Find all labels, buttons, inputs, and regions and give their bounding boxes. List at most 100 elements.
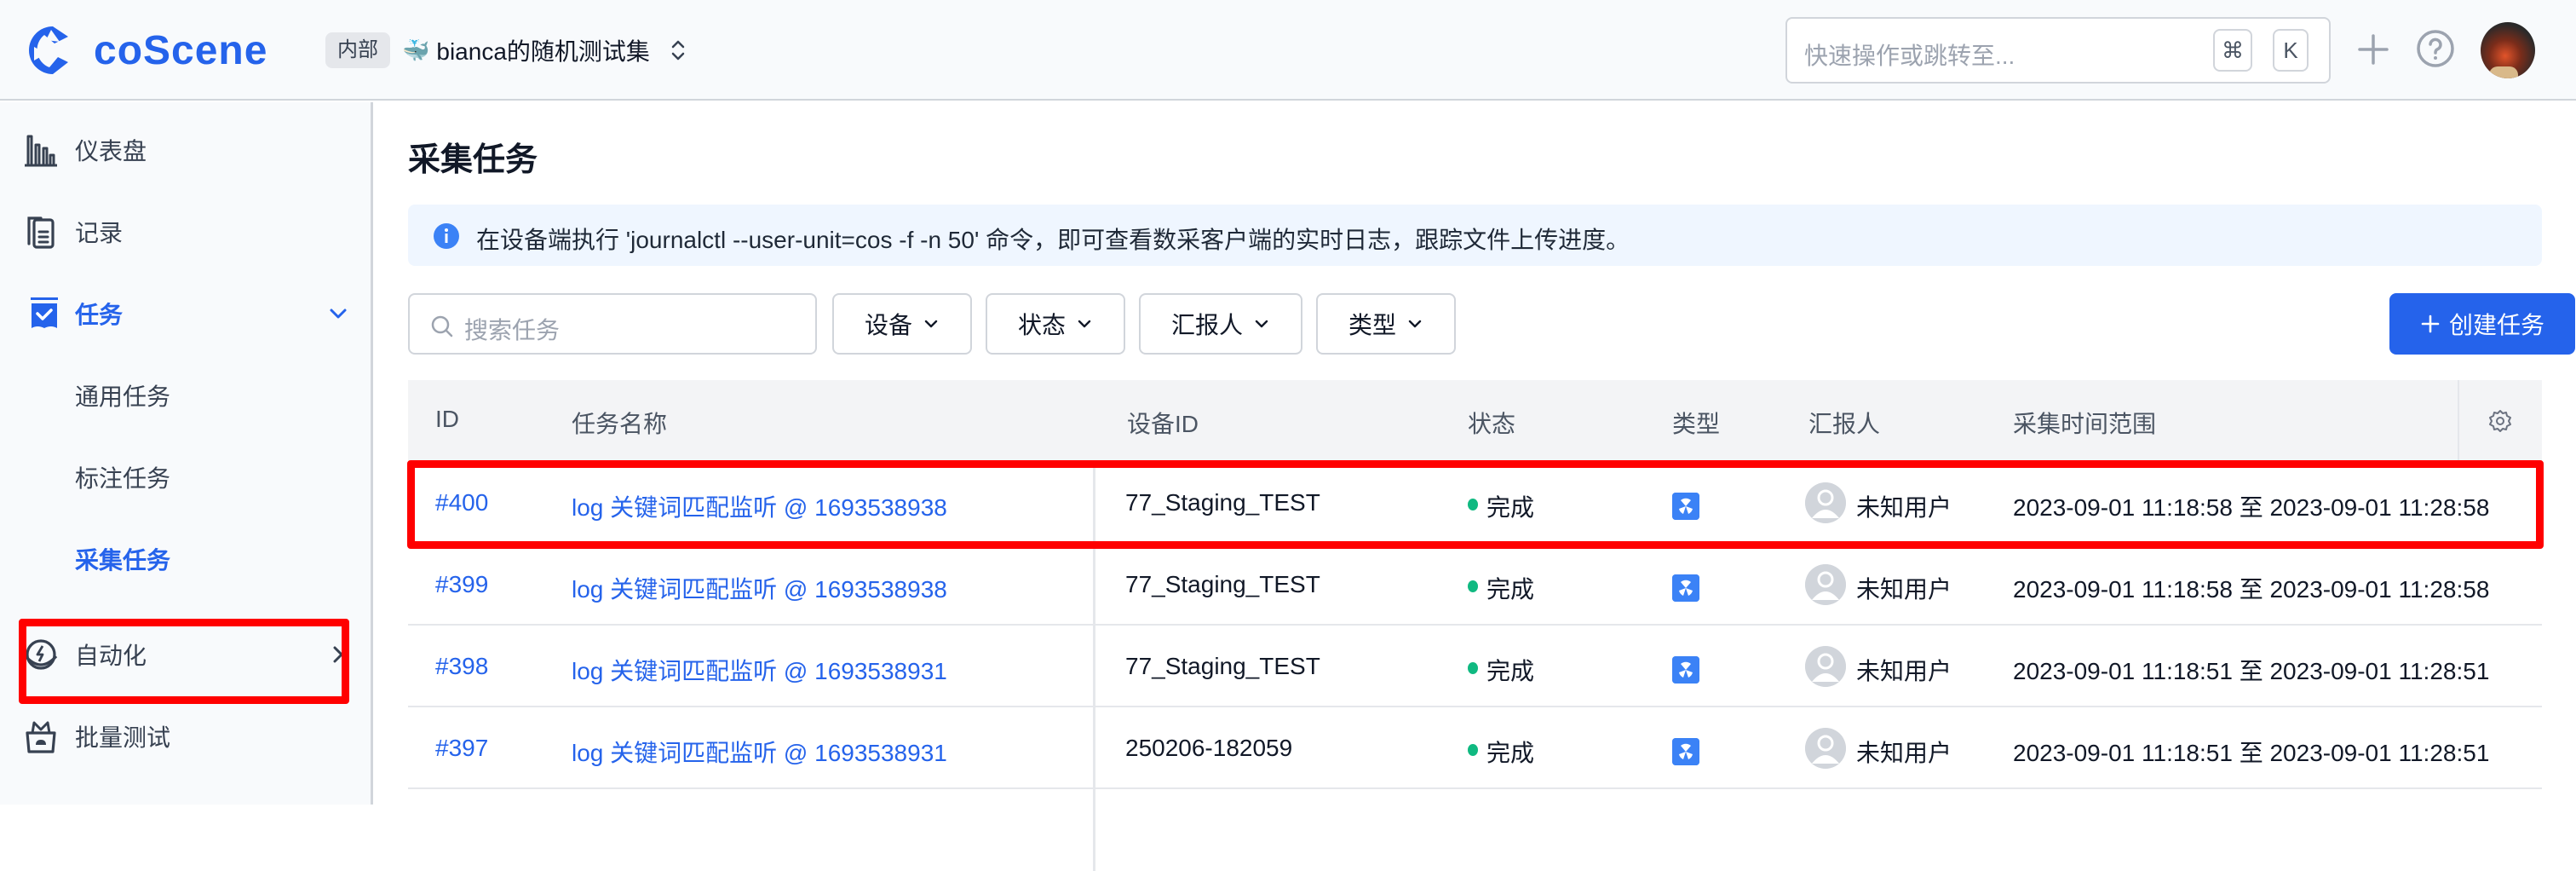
time-range: 2023-09-01 11:18:51 至 2023-09-01 11:28:5…: [2013, 740, 2490, 766]
sidebar-item-records[interactable]: 记录: [0, 206, 373, 257]
gear-icon[interactable]: [2488, 409, 2512, 433]
column-header-time-range[interactable]: 采集时间范围: [2013, 406, 2156, 440]
column-header-type[interactable]: 类型: [1672, 406, 1720, 440]
time-range: 2023-09-01 11:18:58 至 2023-09-01 11:28:5…: [2013, 576, 2490, 603]
column-divider: [1093, 544, 1095, 626]
task-name-link[interactable]: log 关键词匹配监听 @ 1693538938: [572, 489, 947, 523]
top-bar: coScene 内部 🐳 bianca的随机测试集 快速操作或跳转至... ⌘ …: [0, 0, 2576, 101]
search-placeholder: 搜索任务: [464, 317, 561, 343]
collection-type-icon: [1672, 493, 1699, 520]
info-text: 在设备端执行 'journalctl --user-unit=cos -f -n…: [476, 227, 1630, 253]
column-divider: [1093, 626, 1095, 707]
bar-chart-icon: [25, 135, 57, 167]
unknown-user-avatar-icon: [1805, 728, 1846, 769]
device-id: 77_Staging_TEST: [1125, 571, 1320, 597]
column-divider: [1093, 462, 1095, 544]
sidebar-item-label: 标注任务: [75, 465, 171, 492]
info-banner: 在设备端执行 'journalctl --user-unit=cos -f -n…: [408, 205, 2542, 266]
unknown-user-avatar-icon: [1805, 646, 1846, 687]
task-id-link[interactable]: #397: [435, 735, 488, 762]
batch-test-icon: [26, 721, 56, 753]
sidebar-item-label: 任务: [75, 302, 124, 328]
sidebar-item-batch-test[interactable]: 批量测试: [0, 711, 373, 762]
unknown-user-avatar-icon: [1805, 564, 1846, 605]
filter-reporter[interactable]: 汇报人: [1139, 293, 1302, 355]
filter-device[interactable]: 设备: [832, 293, 972, 355]
sidebar-item-automation[interactable]: 自动化: [0, 629, 373, 680]
quick-search-placeholder: 快速操作或跳转至...: [1804, 43, 2015, 69]
task-search-input[interactable]: 搜索任务: [408, 293, 817, 355]
task-name-link[interactable]: log 关键词匹配监听 @ 1693538931: [572, 735, 947, 769]
filter-status[interactable]: 状态: [986, 293, 1125, 355]
collection-type-icon: [1672, 656, 1699, 684]
sidebar-item-collection-tasks[interactable]: 采集任务: [0, 534, 373, 585]
create-task-button[interactable]: 创建任务: [2389, 293, 2575, 355]
help-icon[interactable]: [2416, 29, 2455, 68]
info-icon: [434, 223, 459, 249]
column-header-device-id[interactable]: 设备ID: [1127, 406, 1199, 440]
sidebar-item-label: 采集任务: [75, 547, 171, 574]
search-icon: [431, 315, 453, 337]
table-row[interactable]: #400 log 关键词匹配监听 @ 1693538938 77_Staging…: [408, 462, 2542, 544]
sidebar-item-tasks[interactable]: 任务: [0, 288, 373, 339]
task-name-link[interactable]: log 关键词匹配监听 @ 1693538931: [572, 653, 947, 687]
filter-label: 状态: [1017, 312, 1066, 338]
chevron-down-icon: [924, 320, 938, 328]
project-switcher[interactable]: 🐳 bianca的随机测试集: [402, 32, 687, 68]
logo[interactable]: coScene: [26, 20, 267, 80]
column-divider: [1093, 789, 1095, 871]
filter-label: 类型: [1348, 312, 1396, 338]
unknown-user-avatar-icon: [1805, 482, 1846, 523]
automation-icon: [24, 639, 58, 670]
table-row[interactable]: [408, 789, 2542, 871]
table-row[interactable]: #397 log 关键词匹配监听 @ 1693538931 250206-182…: [408, 707, 2542, 789]
sidebar-item-label: 仪表盘: [75, 138, 147, 164]
quick-search-input[interactable]: 快速操作或跳转至... ⌘ K: [1785, 17, 2331, 84]
chevron-up-down-icon: [671, 40, 685, 61]
task-id-link[interactable]: #398: [435, 653, 488, 680]
filter-label: 设备: [864, 312, 912, 338]
k-key-badge: K: [2273, 29, 2309, 72]
sidebar-item-label: 自动化: [75, 643, 147, 669]
column-header-status[interactable]: 状态: [1468, 406, 1515, 440]
toolbar: 搜索任务 设备 状态 汇报人 类型 创建任务: [408, 293, 2575, 355]
page-title: 采集任务: [408, 142, 538, 178]
chevron-right-icon: [333, 646, 343, 663]
device-id: 250206-182059: [1125, 735, 1293, 761]
collection-type-icon: [1672, 574, 1699, 602]
filter-type[interactable]: 类型: [1316, 293, 1456, 355]
column-divider: [1093, 707, 1095, 789]
column-header-name[interactable]: 任务名称: [572, 406, 667, 440]
coscene-logo-icon: [29, 26, 68, 74]
sidebar-item-label: 批量测试: [75, 724, 171, 751]
status-text: 完成: [1486, 576, 1535, 603]
sidebar-item-annotation-tasks[interactable]: 标注任务: [0, 452, 373, 503]
chevron-down-icon: [330, 309, 347, 319]
sidebar-item-label: 通用任务: [75, 384, 171, 410]
brand-name: coScene: [94, 27, 268, 73]
table-header: ID 任务名称 设备ID 状态 类型 汇报人 采集时间范围: [408, 380, 2542, 462]
sidebar-item-dashboard[interactable]: 仪表盘: [0, 124, 373, 176]
column-header-id[interactable]: ID: [435, 406, 459, 433]
table-row[interactable]: #399 log 关键词匹配监听 @ 1693538938 77_Staging…: [408, 544, 2542, 626]
table-row[interactable]: #398 log 关键词匹配监听 @ 1693538931 77_Staging…: [408, 626, 2542, 707]
task-name-link[interactable]: log 关键词匹配监听 @ 1693538938: [572, 571, 947, 605]
whale-icon: 🐳: [402, 37, 430, 63]
reporter-name: 未知用户: [1856, 740, 1952, 766]
status-dot-icon: [1468, 662, 1478, 674]
command-key-icon: ⌘: [2213, 29, 2252, 72]
task-id-link[interactable]: #399: [435, 571, 488, 598]
user-avatar[interactable]: [2481, 22, 2535, 78]
device-id: 77_Staging_TEST: [1125, 489, 1320, 516]
task-id-link[interactable]: #400: [435, 489, 488, 516]
reporter-name: 未知用户: [1856, 658, 1952, 684]
sidebar-item-general-tasks[interactable]: 通用任务: [0, 370, 373, 421]
column-divider: [2458, 380, 2459, 462]
sidebar-item-label: 记录: [75, 220, 124, 246]
task-check-icon: [31, 297, 58, 328]
reporter-name: 未知用户: [1856, 494, 1952, 521]
time-range: 2023-09-01 11:18:51 至 2023-09-01 11:28:5…: [2013, 658, 2490, 684]
time-range: 2023-09-01 11:18:58 至 2023-09-01 11:28:5…: [2013, 494, 2490, 521]
plus-icon[interactable]: [2356, 32, 2390, 66]
column-header-reporter[interactable]: 汇报人: [1808, 406, 1880, 440]
